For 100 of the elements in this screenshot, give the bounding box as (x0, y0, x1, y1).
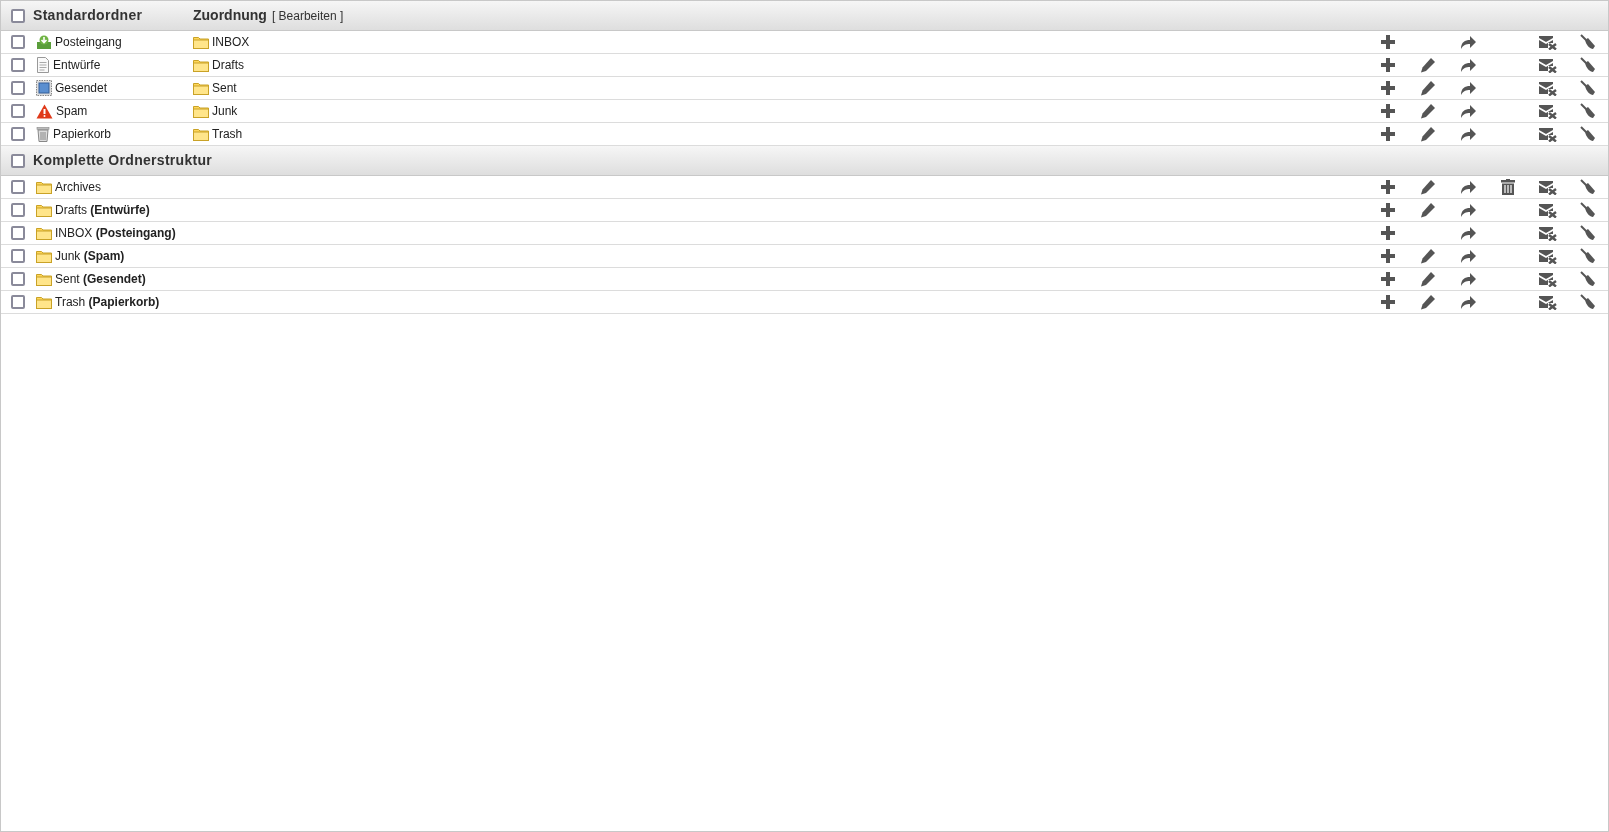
curved-arrow-button[interactable] (1460, 103, 1476, 119)
curved-arrow-button[interactable] (1460, 126, 1476, 142)
plus-button[interactable] (1381, 127, 1395, 141)
envelope-x-button[interactable] (1539, 126, 1557, 142)
folder-name: Sent (212, 80, 237, 97)
pencil-button[interactable] (1420, 248, 1436, 264)
warning-icon (36, 103, 53, 119)
plus-button[interactable] (1381, 295, 1395, 309)
folder-name: Junk (212, 103, 238, 120)
broom-button[interactable] (1580, 271, 1596, 287)
envelope-x-button[interactable] (1539, 34, 1557, 50)
folder-name: Posteingang (55, 34, 122, 51)
curved-arrow-button[interactable] (1460, 57, 1476, 73)
edit-link[interactable]: [ Bearbeiten ] (271, 7, 344, 25)
pencil-button[interactable] (1420, 80, 1436, 96)
curved-arrow-button[interactable] (1460, 179, 1476, 195)
curved-arrow-button[interactable] (1460, 80, 1476, 96)
trash-icon (36, 126, 50, 142)
broom-button[interactable] (1580, 126, 1596, 142)
plus-button[interactable] (1381, 226, 1395, 240)
broom-button[interactable] (1580, 179, 1596, 195)
broom-button[interactable] (1580, 248, 1596, 264)
folder-name: Gesendet (55, 80, 108, 97)
folder-name: Sent (Gesendet) (55, 271, 146, 288)
curved-arrow-button[interactable] (1460, 34, 1476, 50)
broom-button[interactable] (1580, 225, 1596, 241)
checkbox[interactable] (11, 127, 25, 141)
plus-button[interactable] (1381, 81, 1395, 95)
broom-button[interactable] (1580, 57, 1596, 73)
checkbox[interactable] (11, 295, 25, 309)
plus-button[interactable] (1381, 249, 1395, 263)
folder-name: Junk (Spam) (55, 248, 125, 265)
envelope-x-button[interactable] (1539, 225, 1557, 241)
checkbox[interactable] (11, 58, 25, 72)
checkbox[interactable] (11, 180, 25, 194)
envelope-x-button[interactable] (1539, 202, 1557, 218)
envelope-x-button[interactable] (1539, 294, 1557, 310)
broom-button[interactable] (1580, 202, 1596, 218)
folder-icon (193, 104, 209, 118)
checkbox[interactable] (11, 153, 25, 168)
pencil-button[interactable] (1420, 57, 1436, 73)
pencil-button[interactable] (1420, 126, 1436, 142)
folder-icon (36, 249, 52, 263)
folder-name: Entwürfe (53, 57, 101, 74)
pencil-button[interactable] (1420, 103, 1436, 119)
plus-button[interactable] (1381, 203, 1395, 217)
checkbox[interactable] (11, 104, 25, 118)
envelope-x-button[interactable] (1539, 57, 1557, 73)
broom-button[interactable] (1580, 103, 1596, 119)
folder-icon (193, 58, 209, 72)
folder-icon (193, 81, 209, 95)
section-title: Komplette Ordnerstruktur (33, 151, 214, 170)
stamp-icon (36, 80, 52, 96)
checkbox[interactable] (11, 35, 25, 49)
pencil-button[interactable] (1420, 202, 1436, 218)
broom-button[interactable] (1580, 80, 1596, 96)
plus-button[interactable] (1381, 35, 1395, 49)
folder-name: Trash (212, 126, 243, 143)
curved-arrow-button[interactable] (1460, 271, 1476, 287)
envelope-x-button[interactable] (1539, 248, 1557, 264)
pencil-button[interactable] (1420, 294, 1436, 310)
plus-button[interactable] (1381, 180, 1395, 194)
plus-button[interactable] (1381, 58, 1395, 72)
folder-icon (36, 180, 52, 194)
checkbox[interactable] (11, 81, 25, 95)
curved-arrow-button[interactable] (1460, 225, 1476, 241)
folder-name: Spam (56, 103, 88, 120)
envelope-x-button[interactable] (1539, 103, 1557, 119)
checkbox[interactable] (11, 226, 25, 240)
folder-name: Drafts (212, 57, 244, 74)
plus-button[interactable] (1381, 272, 1395, 286)
curved-arrow-button[interactable] (1460, 202, 1476, 218)
checkbox[interactable] (11, 249, 25, 263)
curved-arrow-button[interactable] (1460, 294, 1476, 310)
pencil-button[interactable] (1420, 271, 1436, 287)
folder-icon (36, 295, 52, 309)
download-icon (36, 34, 52, 50)
checkbox[interactable] (11, 8, 25, 23)
envelope-x-button[interactable] (1539, 271, 1557, 287)
folder-name: INBOX (Posteingang) (55, 225, 176, 242)
plus-button[interactable] (1381, 104, 1395, 118)
document-icon (36, 57, 50, 73)
broom-button[interactable] (1580, 294, 1596, 310)
folder-icon (36, 203, 52, 217)
folder-name: Archives (55, 179, 101, 196)
envelope-x-button[interactable] (1539, 80, 1557, 96)
envelope-x-button[interactable] (1539, 179, 1557, 195)
trash-button[interactable] (1501, 179, 1515, 195)
column-title: Zuordnung (193, 6, 267, 25)
checkbox[interactable] (11, 272, 25, 286)
section-title: Standardordner (33, 6, 144, 25)
broom-button[interactable] (1580, 34, 1596, 50)
folder-icon (36, 226, 52, 240)
curved-arrow-button[interactable] (1460, 248, 1476, 264)
folder-icon (193, 35, 209, 49)
folder-name: INBOX (212, 34, 250, 51)
folder-icon (193, 127, 209, 141)
pencil-button[interactable] (1420, 179, 1436, 195)
checkbox[interactable] (11, 203, 25, 217)
folder-name: Trash (Papierkorb) (55, 294, 160, 311)
